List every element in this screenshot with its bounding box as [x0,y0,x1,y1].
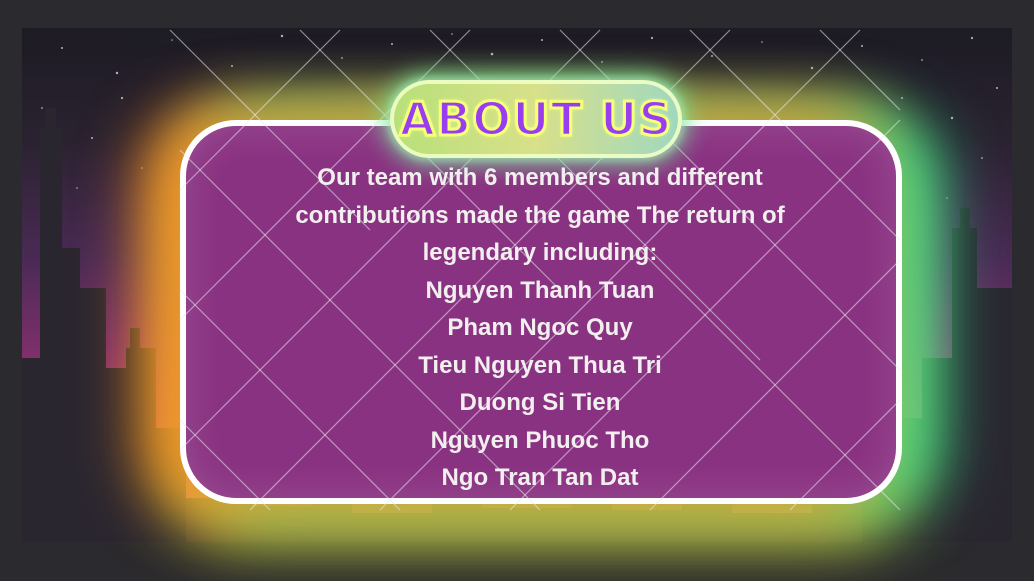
about-screen: ABOUT US Our team with 6 members and dif… [0,0,1034,581]
about-content: Our team with 6 members and different co… [240,159,840,497]
intro-text: Our team with 6 members and different co… [295,164,785,266]
member-name: Duong Si Tien [459,389,621,416]
member-name: Tieu Nguyen Thua Tri [418,351,662,379]
member-name: Nguyen Thanh Tuan [425,276,655,304]
left-skyline [22,108,186,542]
page-title: ABOUT US [398,91,673,148]
member-name: Pham Ngoc Quy [447,314,633,341]
member-name: Ngo Tran Tan Dat [441,464,639,491]
member-name: Nguyen Phuoc Tho [430,426,650,454]
